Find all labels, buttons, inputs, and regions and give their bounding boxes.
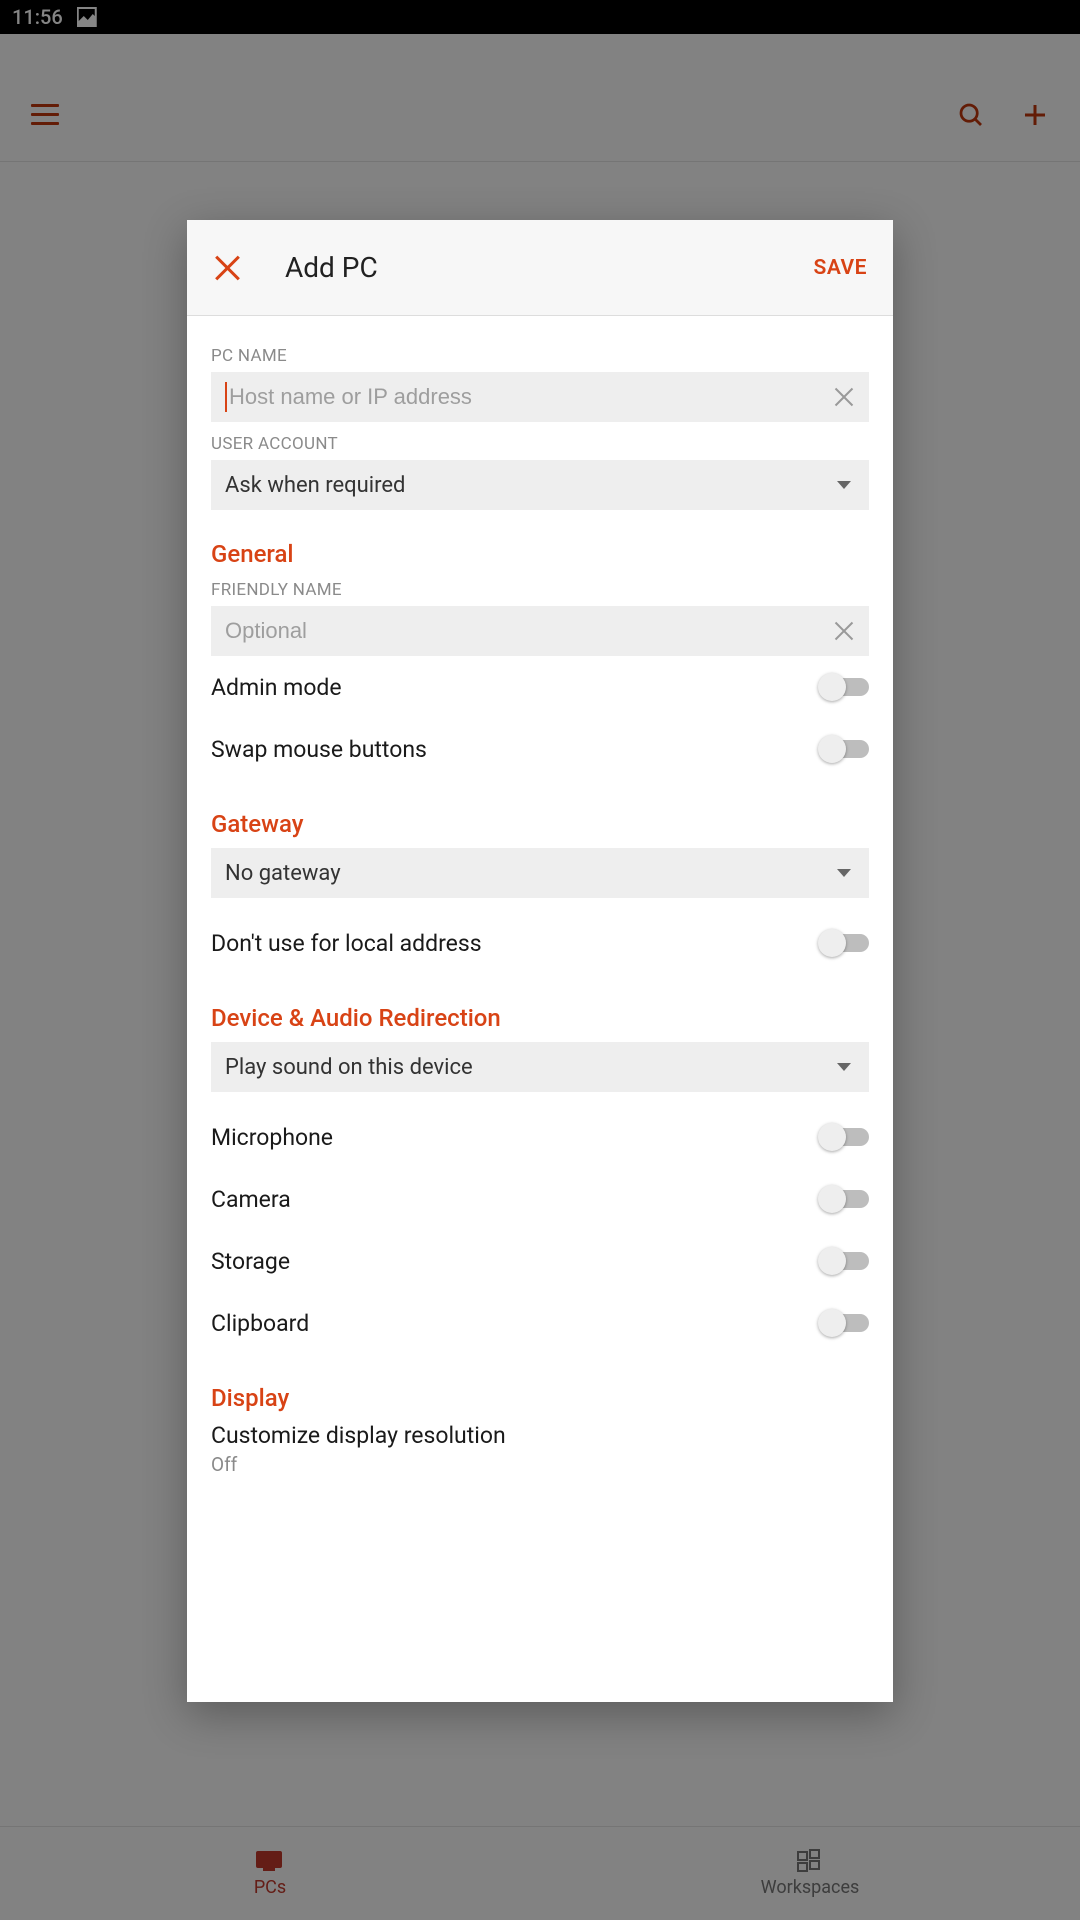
admin-mode-row[interactable]: Admin mode: [211, 656, 869, 718]
dialog-title: Add PC: [285, 251, 814, 284]
section-gateway: Gateway: [211, 810, 869, 838]
friendly-name-input[interactable]: [225, 618, 833, 644]
save-button[interactable]: SAVE: [814, 256, 867, 280]
admin-mode-label: Admin mode: [211, 674, 342, 701]
clipboard-row[interactable]: Clipboard: [211, 1292, 869, 1354]
friendly-name-label: FRIENDLY NAME: [211, 580, 869, 600]
gateway-value: No gateway: [225, 861, 341, 886]
dialog-body: PC NAME USER ACCOUNT Ask when required G…: [187, 316, 893, 1476]
section-display: Display: [211, 1384, 869, 1412]
chevron-down-icon: [837, 1063, 851, 1071]
clear-icon[interactable]: [833, 386, 855, 408]
section-general: General: [211, 540, 869, 568]
pc-name-field[interactable]: [211, 372, 869, 422]
sound-value: Play sound on this device: [225, 1055, 473, 1080]
camera-toggle[interactable]: [821, 1190, 869, 1208]
admin-mode-toggle[interactable]: [821, 678, 869, 696]
add-pc-dialog: Add PC SAVE PC NAME USER ACCOUNT Ask whe…: [187, 220, 893, 1702]
microphone-toggle[interactable]: [821, 1128, 869, 1146]
pc-name-label: PC NAME: [211, 346, 869, 366]
swap-mouse-toggle[interactable]: [821, 740, 869, 758]
dialog-header: Add PC SAVE: [187, 220, 893, 316]
swap-mouse-label: Swap mouse buttons: [211, 736, 427, 763]
camera-row[interactable]: Camera: [211, 1168, 869, 1230]
clear-icon[interactable]: [833, 620, 855, 642]
display-resolution-row[interactable]: Customize display resolution Off: [211, 1422, 869, 1476]
chevron-down-icon: [837, 481, 851, 489]
user-account-label: USER ACCOUNT: [211, 434, 869, 454]
storage-label: Storage: [211, 1248, 290, 1275]
gateway-select[interactable]: No gateway: [211, 848, 869, 898]
chevron-down-icon: [837, 869, 851, 877]
storage-toggle[interactable]: [821, 1252, 869, 1270]
pc-name-input[interactable]: [229, 384, 833, 410]
dont-use-local-toggle[interactable]: [821, 934, 869, 952]
display-res-label: Customize display resolution: [211, 1422, 869, 1449]
text-cursor: [225, 382, 227, 412]
clipboard-toggle[interactable]: [821, 1314, 869, 1332]
friendly-name-field[interactable]: [211, 606, 869, 656]
display-res-value: Off: [211, 1453, 869, 1476]
section-device-audio: Device & Audio Redirection: [211, 1004, 869, 1032]
user-account-select[interactable]: Ask when required: [211, 460, 869, 510]
clipboard-label: Clipboard: [211, 1310, 309, 1337]
swap-mouse-row[interactable]: Swap mouse buttons: [211, 718, 869, 780]
user-account-value: Ask when required: [225, 473, 405, 498]
close-icon[interactable]: [213, 254, 241, 282]
dont-use-local-row[interactable]: Don't use for local address: [211, 912, 869, 974]
microphone-row[interactable]: Microphone: [211, 1106, 869, 1168]
dont-use-local-label: Don't use for local address: [211, 930, 482, 957]
storage-row[interactable]: Storage: [211, 1230, 869, 1292]
sound-select[interactable]: Play sound on this device: [211, 1042, 869, 1092]
microphone-label: Microphone: [211, 1124, 333, 1151]
camera-label: Camera: [211, 1186, 291, 1213]
